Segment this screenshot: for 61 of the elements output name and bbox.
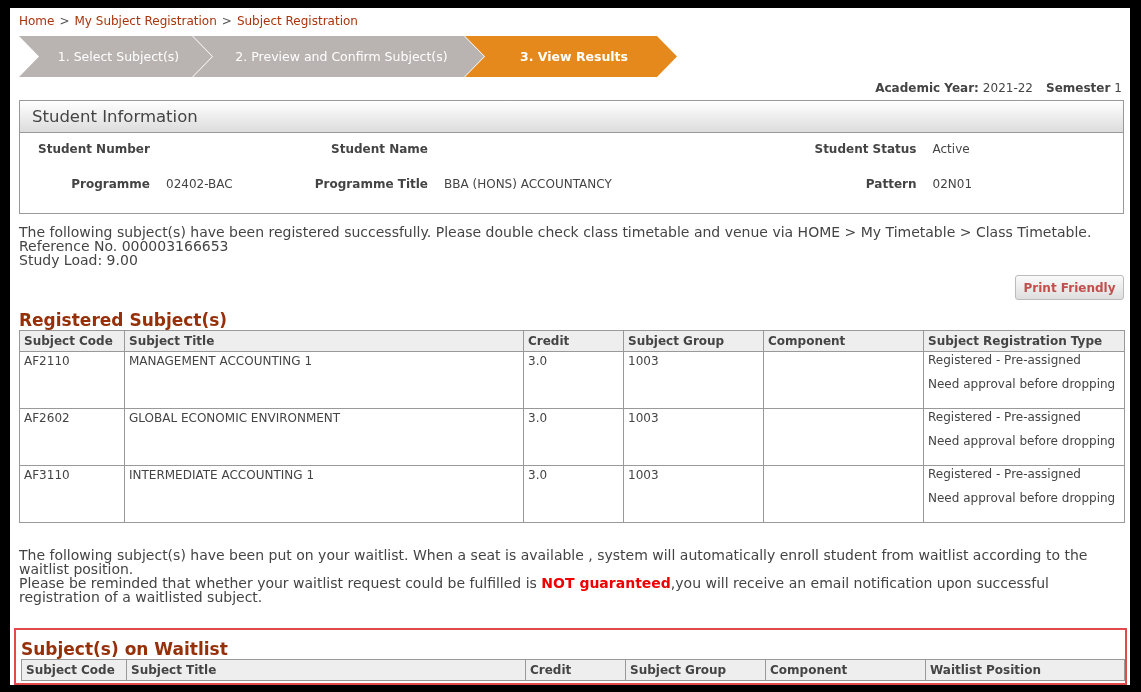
message-text: Study Load: 9.00	[19, 253, 139, 267]
registration-type-text: Registered - Pre-assigned	[928, 411, 1082, 423]
column-header: Credit	[525, 659, 626, 681]
field-value: BBA (HONS) ACCOUNTANCY	[444, 177, 613, 191]
field-label: Student Number	[37, 142, 150, 156]
message-text: Reference No. 000003166653	[19, 239, 230, 253]
column-header: Subject Code	[21, 659, 127, 681]
field-value: 02N01	[932, 177, 973, 191]
field-label: Student Name	[330, 142, 428, 156]
breadcrumb-link[interactable]: Subject Registration	[236, 13, 358, 29]
semester-value: 1	[1114, 80, 1122, 96]
table-cell: 3.0	[523, 465, 624, 523]
table-cell: AF2110	[19, 351, 125, 409]
print-friendly-button[interactable]: Print Friendly	[1015, 275, 1124, 300]
table-cell: 3.0	[523, 351, 624, 409]
table-cell: GLOBAL ECONOMIC ENVIRONMENT	[124, 408, 524, 466]
table-cell: 1003	[623, 465, 764, 523]
panel-title: Student Information	[20, 101, 1123, 133]
field-label: Student Status	[813, 142, 917, 156]
semester-label: Semester	[1046, 80, 1111, 96]
column-header: Subject Registration Type	[923, 330, 1125, 352]
registration-type-text: Registered - Pre-assigned	[928, 354, 1082, 366]
column-header: Component	[765, 659, 926, 681]
field-label: Programme Title	[313, 177, 428, 191]
registration-type-text: Need approval before dropping	[928, 492, 1117, 504]
academic-year-value: 2021-22	[982, 80, 1033, 96]
registration-type-text: Need approval before dropping	[928, 435, 1117, 447]
field-value: Active	[932, 142, 971, 156]
table-cell: 1003	[623, 351, 764, 409]
section-title: Subject(s) on Waitlist	[21, 639, 229, 659]
column-header: Waitlist Position	[925, 659, 1125, 681]
table-cell: MANAGEMENT ACCOUNTING 1	[124, 351, 524, 409]
column-header: Subject Title	[124, 330, 524, 352]
registration-type-text: Need approval before dropping	[928, 378, 1117, 390]
registration-type-text: Registered - Pre-assigned	[928, 468, 1082, 480]
column-header: Subject Group	[625, 659, 766, 681]
column-header: Subject Code	[19, 330, 125, 352]
section-title: Registered Subject(s)	[19, 310, 229, 330]
field-label: Programme	[70, 177, 150, 191]
breadcrumb-separator: >	[59, 13, 70, 29]
breadcrumb-link[interactable]: My Subject Registration	[74, 13, 217, 29]
wizard-step[interactable]: 1. Select Subject(s)	[19, 36, 212, 77]
message-text: Please be reminded that whether your waitlist request could be fulfilled is NOT guaranteed,you will receive an email notification upon successful registration of a waitlisted subject.	[19, 576, 1050, 604]
breadcrumb-link[interactable]: Home	[19, 13, 55, 29]
table-cell: INTERMEDIATE ACCOUNTING 1	[124, 465, 524, 523]
column-header: Credit	[523, 330, 624, 352]
message-text: The following subject(s) have been registered successfully. Please double check class timetable and venue via HOME > My Timetable > Class Timetable.	[19, 225, 1093, 239]
column-header: Subject Group	[623, 330, 764, 352]
wizard-step[interactable]: 2. Preview and Confirm Subject(s)	[193, 36, 484, 77]
breadcrumb-separator: >	[221, 13, 232, 29]
table-cell: 1003	[623, 408, 764, 466]
table-cell: 3.0	[523, 408, 624, 466]
message-text: The following subject(s) have been put on your waitlist. When a seat is available , system will automatically enroll student from waitlist according to the waitlist position.	[19, 548, 1089, 576]
table-cell: AF3110	[19, 465, 125, 523]
field-label: Pattern	[864, 177, 917, 191]
column-header: Component	[763, 330, 924, 352]
column-header: Subject Title	[126, 659, 526, 681]
table-cell: AF2602	[19, 408, 125, 466]
academic-year-label: Academic Year:	[875, 80, 979, 96]
wizard-step[interactable]: 3. View Results	[465, 36, 677, 77]
field-value: 02402-BAC	[166, 177, 234, 191]
